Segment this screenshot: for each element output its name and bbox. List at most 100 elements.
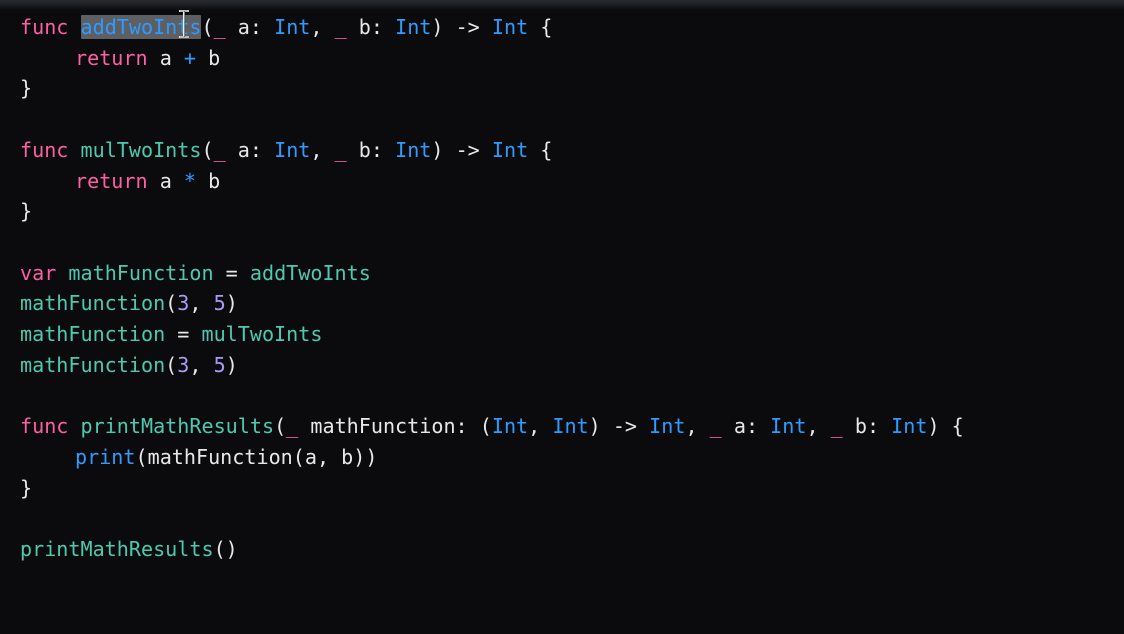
code-token: = xyxy=(165,322,202,346)
code-token: 5 xyxy=(213,291,226,316)
code-token: 3 xyxy=(177,352,190,377)
code-line[interactable]: return a + b xyxy=(20,43,220,73)
code-token: mathFunction xyxy=(20,352,166,377)
code-token: ( xyxy=(274,414,287,439)
code-token: 5 xyxy=(213,352,226,377)
code-token: Int xyxy=(491,414,529,439)
code-token: Int xyxy=(552,414,589,439)
code-token: } xyxy=(20,199,33,224)
code-token: 3 xyxy=(177,291,190,316)
code-token: _ xyxy=(709,414,722,439)
code-token: b: xyxy=(346,15,396,39)
code-token: ) xyxy=(225,352,238,377)
code-token: , xyxy=(528,414,553,439)
code-token: { xyxy=(528,137,553,162)
code-token: a xyxy=(147,45,184,70)
code-token: Int xyxy=(649,414,686,439)
code-token: ) { xyxy=(927,414,964,439)
code-token: , xyxy=(310,15,335,39)
code-token: Int xyxy=(491,15,529,39)
code-token: } xyxy=(20,76,33,101)
code-line[interactable]: var mathFunction = addTwoInts xyxy=(20,258,371,288)
code-token: printMathResults xyxy=(80,414,275,439)
code-token: , xyxy=(189,352,214,377)
code-token: b xyxy=(196,168,221,193)
code-line[interactable]: mathFunction(3, 5) xyxy=(20,288,238,318)
code-token: ) -> xyxy=(431,137,492,162)
code-token: + xyxy=(183,45,196,70)
code-token: _ xyxy=(830,414,843,439)
code-token: print xyxy=(75,444,136,469)
code-token: () xyxy=(213,536,238,561)
code-token: Int xyxy=(770,414,807,439)
code-token: = xyxy=(213,260,250,285)
code-line[interactable]: } xyxy=(20,473,32,503)
code-token: } xyxy=(20,475,33,500)
code-token: var xyxy=(20,260,57,285)
code-token: Int xyxy=(395,137,432,162)
code-token: (mathFunction(a, b)) xyxy=(135,444,378,469)
code-token: ) -> xyxy=(588,414,650,439)
code-token: func xyxy=(20,15,69,39)
code-token: , xyxy=(685,414,710,439)
code-token: mulTwoInts xyxy=(201,322,323,346)
code-token: a: xyxy=(721,414,771,439)
code-token: a xyxy=(147,168,184,193)
code-line[interactable]: mathFunction(3, 5) xyxy=(20,350,238,380)
code-token: ) xyxy=(225,291,238,316)
code-token: _ xyxy=(213,137,226,162)
code-token: , xyxy=(806,414,831,439)
code-token: , xyxy=(310,137,335,162)
code-token: Int xyxy=(891,414,928,439)
code-line[interactable]: } xyxy=(20,73,32,103)
code-token: _ xyxy=(286,414,299,439)
code-token: _ xyxy=(334,15,347,39)
code-editor[interactable]: func addTwoInts(_ a: Int, _ b: Int) -> I… xyxy=(20,12,1120,612)
code-token: a: xyxy=(225,15,275,39)
code-token: b: xyxy=(346,137,396,162)
code-token: mathFunction: ( xyxy=(298,414,492,439)
code-token: * xyxy=(183,168,196,193)
code-token: b: xyxy=(842,414,892,439)
code-token: return xyxy=(75,45,148,70)
code-token: ( xyxy=(165,291,178,316)
code-token: b xyxy=(196,45,221,70)
code-token: Int xyxy=(491,137,529,162)
code-line[interactable]: } xyxy=(20,196,32,226)
code-token: func xyxy=(20,137,69,162)
code-token: return xyxy=(75,168,148,193)
code-token: Int xyxy=(274,137,311,162)
code-token: { xyxy=(528,15,553,39)
text-cursor-icon xyxy=(177,10,191,38)
title-bar-edge xyxy=(0,0,1124,10)
code-line[interactable]: func mulTwoInts(_ a: Int, _ b: Int) -> I… xyxy=(20,135,552,165)
code-line[interactable]: printMathResults() xyxy=(20,534,238,564)
code-token: func xyxy=(20,414,69,439)
code-editor-window: func addTwoInts(_ a: Int, _ b: Int) -> I… xyxy=(0,0,1124,634)
code-token: ( xyxy=(165,352,178,377)
code-token: mathFunction xyxy=(20,322,166,346)
code-line[interactable]: return a * b xyxy=(20,166,220,196)
code-token: ( xyxy=(201,15,214,39)
code-token: ) -> xyxy=(431,15,492,39)
code-token: Int xyxy=(274,15,311,39)
code-token: printMathResults xyxy=(20,536,214,561)
code-token: mathFunction xyxy=(68,260,214,285)
code-token: a: xyxy=(225,137,275,162)
code-line[interactable]: func printMathResults(_ mathFunction: (I… xyxy=(20,411,964,441)
code-token: _ xyxy=(213,15,226,39)
code-line[interactable]: print(mathFunction(a, b)) xyxy=(20,442,377,472)
code-token: addTwoInts xyxy=(249,260,371,285)
code-token: ( xyxy=(201,137,214,162)
code-line[interactable]: func addTwoInts(_ a: Int, _ b: Int) -> I… xyxy=(20,12,552,42)
code-token: mulTwoInts xyxy=(80,137,202,162)
code-token: mathFunction xyxy=(20,291,166,316)
code-token: Int xyxy=(395,15,432,39)
code-line[interactable]: mathFunction = mulTwoInts xyxy=(20,319,322,349)
code-token: , xyxy=(189,291,214,316)
code-token: _ xyxy=(334,137,347,162)
